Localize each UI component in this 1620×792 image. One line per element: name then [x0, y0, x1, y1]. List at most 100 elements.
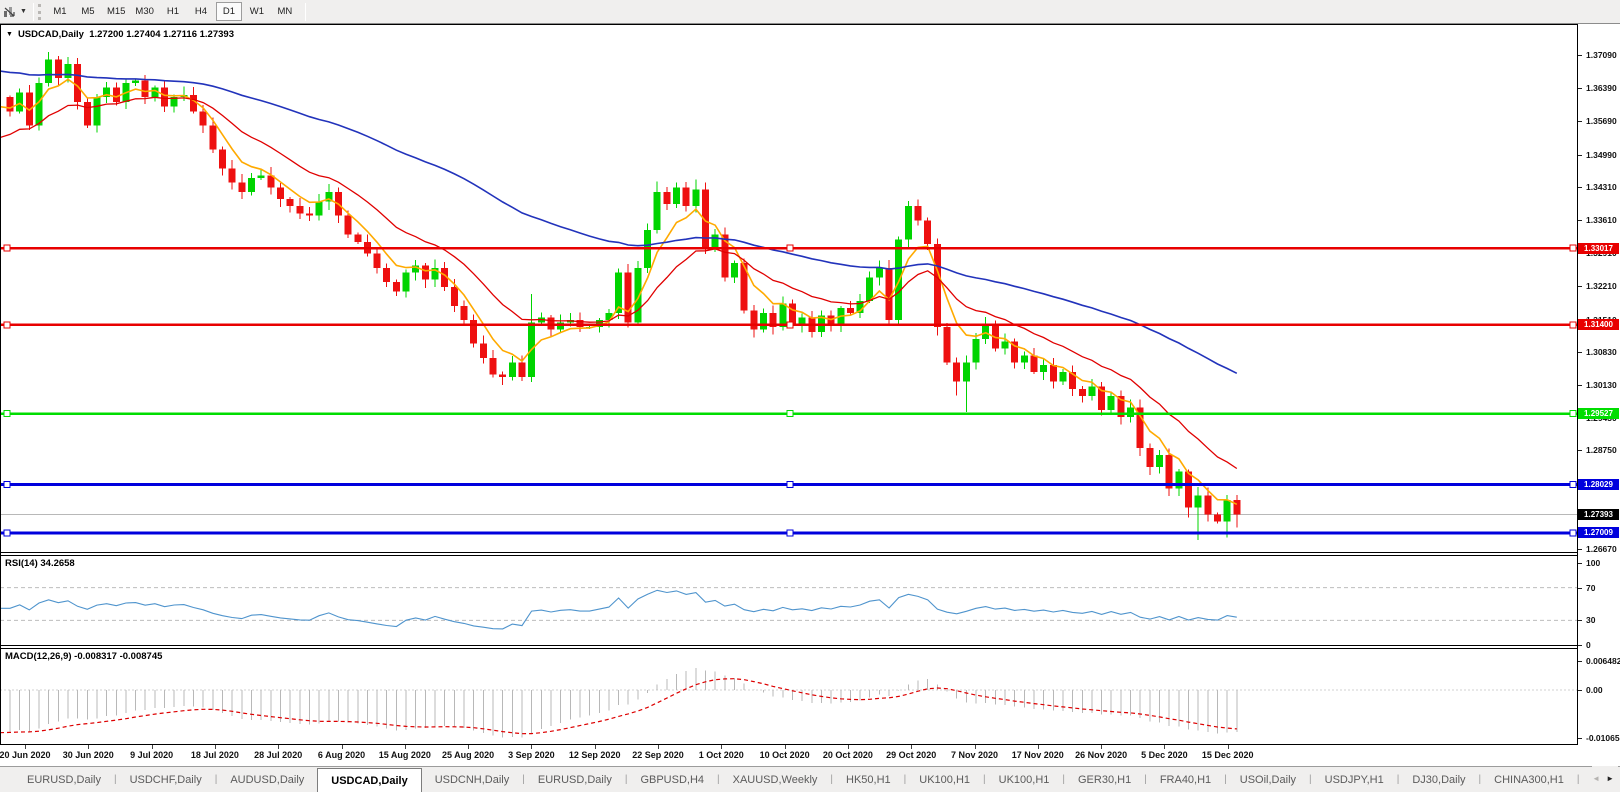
macd-indicator-name: MACD(12,26,9): [5, 651, 72, 662]
chart-tab-EURUSD,Daily[interactable]: EURUSD,Daily: [14, 767, 114, 792]
chart-tab-UK100,H1[interactable]: UK100,H1: [906, 767, 983, 792]
price-level-badge: 1.31400: [1578, 319, 1619, 331]
price-tick-label: 1.30830: [1586, 346, 1617, 357]
timeframe-button-MN[interactable]: MN: [272, 2, 298, 21]
timeframe-button-D1[interactable]: D1: [215, 2, 242, 21]
date-axis[interactable]: 20 Jun 2020 30 Jun 2020 9 Jul 2020 18 Jul 2…: [0, 745, 1620, 766]
pane-borders: [0, 24, 1578, 745]
date-tick: [214, 745, 216, 749]
trading-platform-window: ▼ M1 M5 M15 M30 H1 H4 D1 W1 MN ▼ USDCAD,Daily 1.2…: [0, 0, 1620, 792]
price-tick-label: 1.34990: [1586, 149, 1617, 160]
date-tick: [1227, 745, 1229, 749]
horizontal-level-line[interactable]: [0, 481, 1578, 489]
rsi-tick-label: 0: [1586, 640, 1591, 650]
price-level-badge: 1.29527: [1578, 408, 1619, 420]
horizontal-level-line[interactable]: [0, 529, 1578, 537]
date-tick: [468, 745, 470, 749]
price-tick-label: 1.34310: [1586, 181, 1617, 192]
date-label: 9 Jul 2020: [130, 750, 174, 760]
horizontal-level-line[interactable]: [0, 321, 1578, 329]
timeframe-button-M5[interactable]: M5: [75, 2, 101, 21]
chart-tab-CHINA300,H1[interactable]: CHINA300,H1: [1481, 767, 1577, 792]
chart-tab-USDCHF,Daily[interactable]: USDCHF,Daily: [117, 767, 215, 792]
chart-tab-GER30,H1[interactable]: GER30,H1: [1065, 767, 1144, 792]
axis-tick: [1578, 384, 1582, 386]
date-tick: [974, 745, 976, 749]
line-drag-handle[interactable]: [1569, 410, 1577, 418]
chart-tab-USDCAD,Daily[interactable]: USDCAD,Daily: [317, 768, 422, 792]
timeframe-button-W1[interactable]: W1: [244, 2, 270, 21]
price-tick-label: 1.32210: [1586, 281, 1617, 292]
date-label: 6 Aug 2020: [317, 750, 366, 760]
axis-tick: [1578, 55, 1582, 56]
chart-tab-AUDUSD,Daily[interactable]: AUDUSD,Daily: [217, 767, 317, 792]
chart-tab-XAUUSD,Weekly[interactable]: XAUUSD,Weekly: [720, 767, 831, 792]
chevron-down-icon: ▼: [20, 8, 27, 15]
line-drag-handle[interactable]: [786, 410, 794, 418]
price-axis[interactable]: 1.37090 1.36390 1.35690 1.34990 1.34310 1.336…: [1578, 24, 1620, 745]
line-drag-handle[interactable]: [1569, 529, 1577, 537]
line-drag-handle[interactable]: [786, 481, 794, 489]
date-label: 3 Sep 2020: [508, 750, 555, 760]
chart-tab-USOil,Daily[interactable]: USOil,Daily: [1227, 767, 1309, 792]
timeframe-button-H1[interactable]: H1: [160, 2, 186, 21]
toolbar-grip-handle[interactable]: [37, 3, 42, 20]
chart-tab-USDJPY,H1[interactable]: USDJPY,H1: [1312, 767, 1397, 792]
chart-tab-UK100,H1[interactable]: UK100,H1: [986, 767, 1063, 792]
date-tick: [25, 745, 26, 749]
ma-slow-line[interactable]: [0, 70, 1238, 375]
macd-tick-label: 0.00: [1586, 685, 1603, 695]
chart-tab-HK50,H1[interactable]: HK50,H1: [833, 767, 904, 792]
window-menu-caret-icon[interactable]: ▼: [6, 31, 13, 38]
tab-scroll-left-icon[interactable]: ◄: [1592, 775, 1600, 783]
price-tick-label: 1.33610: [1586, 214, 1617, 225]
chart-tab-EURUSD,Daily[interactable]: EURUSD,Daily: [525, 767, 625, 792]
line-drag-handle[interactable]: [1569, 481, 1577, 489]
chart-tab-GBPUSD,H4[interactable]: GBPUSD,H4: [627, 767, 717, 792]
timeframe-button-H4[interactable]: H4: [188, 2, 214, 21]
line-drag-handle[interactable]: [1569, 244, 1577, 252]
date-label: 15 Aug 2020: [378, 750, 431, 760]
axis-tick: [1578, 186, 1582, 188]
date-label: 25 Aug 2020: [441, 750, 495, 760]
timeframe-buttons: M1 M5 M15 M30 H1 H4 D1 W1 MN: [46, 2, 299, 21]
line-drag-handle[interactable]: [3, 529, 11, 537]
chart-tab-DJ30,Daily[interactable]: DJ30,Daily: [1399, 767, 1478, 792]
date-label: 26 Nov 2020: [1075, 750, 1128, 760]
line-drag-handle[interactable]: [786, 529, 794, 537]
chart-tab-FRA40,H1[interactable]: FRA40,H1: [1147, 767, 1224, 792]
date-tick: [784, 745, 786, 749]
toolbar-separator: [304, 2, 306, 21]
main-chart[interactable]: [0, 24, 1578, 745]
tab-scroll-right-icon[interactable]: ►: [1606, 775, 1614, 783]
horizontal-level-line[interactable]: [0, 244, 1578, 252]
line-drag-handle[interactable]: [3, 410, 11, 418]
date-tick: [658, 745, 659, 749]
macd-current-values: -0.008317 -0.008745: [74, 651, 163, 662]
rsi-line: [0, 589, 1237, 630]
price-tick-label: 1.35690: [1586, 116, 1617, 127]
date-label: 10 Oct 2020: [759, 750, 810, 760]
timeframe-button-M30[interactable]: M30: [131, 2, 157, 21]
axis-tick: [1578, 549, 1582, 550]
axis-tick: [1578, 351, 1582, 353]
macd-tick-label: -0.01065: [1586, 732, 1620, 743]
date-label: 12 Sep 2020: [568, 750, 621, 760]
line-drag-handle[interactable]: [786, 244, 794, 252]
chart-tool-button[interactable]: ▼: [0, 0, 31, 23]
chart-symbol-period: USDCAD,Daily: [17, 29, 84, 40]
timeframe-button-M1[interactable]: M1: [47, 2, 73, 21]
line-drag-handle[interactable]: [3, 321, 11, 329]
line-drag-handle[interactable]: [1569, 321, 1577, 329]
rsi-tick-label: 70: [1586, 582, 1596, 593]
axis-tick: [1578, 563, 1582, 564]
chart-tab-USDCNH,Daily[interactable]: USDCNH,Daily: [422, 767, 523, 792]
line-drag-handle[interactable]: [3, 244, 11, 252]
horizontal-level-line[interactable]: [0, 410, 1578, 418]
date-label: 22 Sep 2020: [632, 750, 684, 760]
line-drag-handle[interactable]: [786, 321, 794, 329]
axis-tick: [1578, 88, 1582, 90]
date-tick: [847, 745, 849, 749]
timeframe-button-M15[interactable]: M15: [103, 2, 129, 21]
line-drag-handle[interactable]: [3, 481, 11, 489]
